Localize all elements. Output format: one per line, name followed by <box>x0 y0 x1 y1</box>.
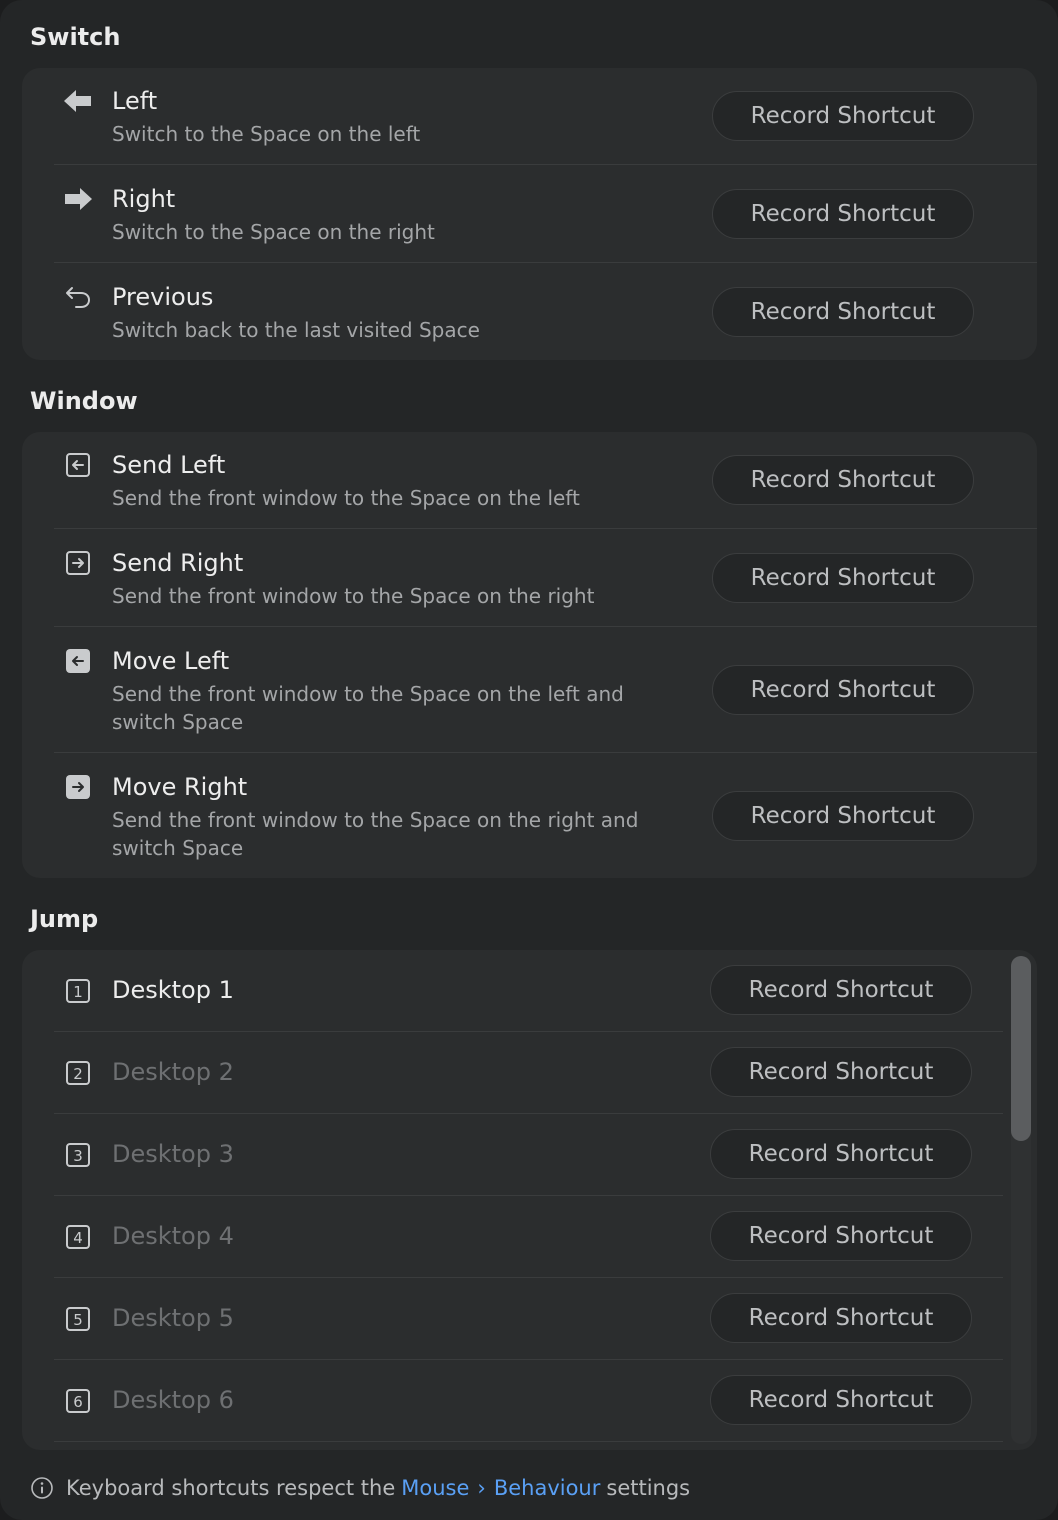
row-title: Right <box>112 185 176 213</box>
row-description: Switch back to the last visited Space <box>112 318 480 342</box>
arrow-left-filled-icon <box>62 85 94 117</box>
row-description: Send the front window to the Space on th… <box>112 486 580 510</box>
row-title: Desktop 6 <box>112 1386 234 1414</box>
shortcut-row-left: Left Switch to the Space on the left Rec… <box>22 68 1037 165</box>
jump-group: 1 Desktop 1 Record Shortcut 2 Desktop 2 … <box>22 950 1037 1450</box>
return-arrow-icon <box>62 281 94 313</box>
record-shortcut-button[interactable]: Record Shortcut <box>710 1293 972 1343</box>
record-shortcut-button[interactable]: Record Shortcut <box>710 1211 972 1261</box>
shortcut-row-desktop-3: 3 Desktop 3 Record Shortcut <box>22 1114 1037 1196</box>
section-title-window: Window <box>30 387 138 415</box>
row-title: Desktop 5 <box>112 1304 234 1332</box>
shortcut-row-previous: Previous Switch back to the last visited… <box>22 263 1037 360</box>
behaviour-link[interactable]: Behaviour <box>494 1476 601 1500</box>
svg-text:1: 1 <box>73 983 83 1001</box>
row-title: Move Left <box>112 647 230 675</box>
footer-text: Keyboard shortcuts respect the <box>66 1476 396 1500</box>
record-shortcut-button[interactable]: Record Shortcut <box>712 455 974 505</box>
row-title: Left <box>112 87 158 115</box>
row-title: Desktop 1 <box>112 976 234 1004</box>
number-6-square-icon: 6 <box>62 1385 94 1417</box>
mouse-link[interactable]: Mouse <box>401 1476 469 1500</box>
svg-text:4: 4 <box>73 1229 83 1247</box>
record-shortcut-button[interactable]: Record Shortcut <box>712 791 974 841</box>
record-shortcut-button[interactable]: Record Shortcut <box>712 91 974 141</box>
section-title-switch: Switch <box>30 23 121 51</box>
square-arrow-right-filled-icon <box>62 771 94 803</box>
info-icon <box>31 1477 53 1499</box>
shortcut-row-move-right: Move Right Send the front window to the … <box>22 753 1037 878</box>
row-description: Switch to the Space on the right <box>112 220 435 244</box>
row-title: Send Left <box>112 451 226 479</box>
row-title: Previous <box>112 283 214 311</box>
settings-window: Switch Left Switch to the Space on the l… <box>0 0 1058 1520</box>
number-1-square-icon: 1 <box>62 975 94 1007</box>
svg-text:6: 6 <box>73 1393 83 1411</box>
record-shortcut-button[interactable]: Record Shortcut <box>710 1375 972 1425</box>
breadcrumb-separator: › <box>477 1476 486 1500</box>
footer-note: Keyboard shortcuts respect the Mouse › B… <box>30 1472 690 1504</box>
row-title: Desktop 2 <box>112 1058 234 1086</box>
number-4-square-icon: 4 <box>62 1221 94 1253</box>
svg-text:3: 3 <box>73 1147 83 1165</box>
section-title-jump: Jump <box>30 905 99 933</box>
row-description: Send the front window to the Space on th… <box>112 808 639 860</box>
shortcut-row-desktop-5: 5 Desktop 5 Record Shortcut <box>22 1278 1037 1360</box>
row-title: Desktop 3 <box>112 1140 234 1168</box>
divider <box>54 1441 1003 1442</box>
scrollbar-thumb[interactable] <box>1011 956 1031 1141</box>
row-title: Move Right <box>112 773 248 801</box>
shortcut-row-send-right: Send Right Send the front window to the … <box>22 529 1037 627</box>
square-arrow-left-filled-icon <box>62 645 94 677</box>
number-5-square-icon: 5 <box>62 1303 94 1335</box>
row-description: Send the front window to the Space on th… <box>112 682 624 734</box>
shortcut-row-desktop-1: 1 Desktop 1 Record Shortcut <box>22 950 1037 1032</box>
record-shortcut-button[interactable]: Record Shortcut <box>712 665 974 715</box>
record-shortcut-button[interactable]: Record Shortcut <box>712 189 974 239</box>
arrow-right-filled-icon <box>62 183 94 215</box>
record-shortcut-button[interactable]: Record Shortcut <box>712 553 974 603</box>
square-arrow-left-icon <box>62 449 94 481</box>
shortcut-row-right: Right Switch to the Space on the right R… <box>22 165 1037 263</box>
shortcut-row-desktop-2: 2 Desktop 2 Record Shortcut <box>22 1032 1037 1114</box>
record-shortcut-button[interactable]: Record Shortcut <box>710 1129 972 1179</box>
record-shortcut-button[interactable]: Record Shortcut <box>712 287 974 337</box>
shortcut-row-desktop-6: 6 Desktop 6 Record Shortcut <box>22 1360 1037 1442</box>
record-shortcut-button[interactable]: Record Shortcut <box>710 965 972 1015</box>
svg-text:2: 2 <box>73 1065 83 1083</box>
shortcut-row-desktop-4: 4 Desktop 4 Record Shortcut <box>22 1196 1037 1278</box>
scrollbar[interactable] <box>1011 956 1031 1444</box>
record-shortcut-button[interactable]: Record Shortcut <box>710 1047 972 1097</box>
row-title: Desktop 4 <box>112 1222 234 1250</box>
square-arrow-right-icon <box>62 547 94 579</box>
shortcut-row-move-left: Move Left Send the front window to the S… <box>22 627 1037 753</box>
number-3-square-icon: 3 <box>62 1139 94 1171</box>
shortcut-row-send-left: Send Left Send the front window to the S… <box>22 432 1037 529</box>
row-description: Switch to the Space on the left <box>112 122 421 146</box>
svg-text:5: 5 <box>73 1311 83 1329</box>
number-2-square-icon: 2 <box>62 1057 94 1089</box>
footer-text-end: settings <box>606 1476 691 1500</box>
switch-group: Left Switch to the Space on the left Rec… <box>22 68 1037 360</box>
row-title: Send Right <box>112 549 244 577</box>
window-group: Send Left Send the front window to the S… <box>22 432 1037 878</box>
row-description: Send the front window to the Space on th… <box>112 584 595 608</box>
